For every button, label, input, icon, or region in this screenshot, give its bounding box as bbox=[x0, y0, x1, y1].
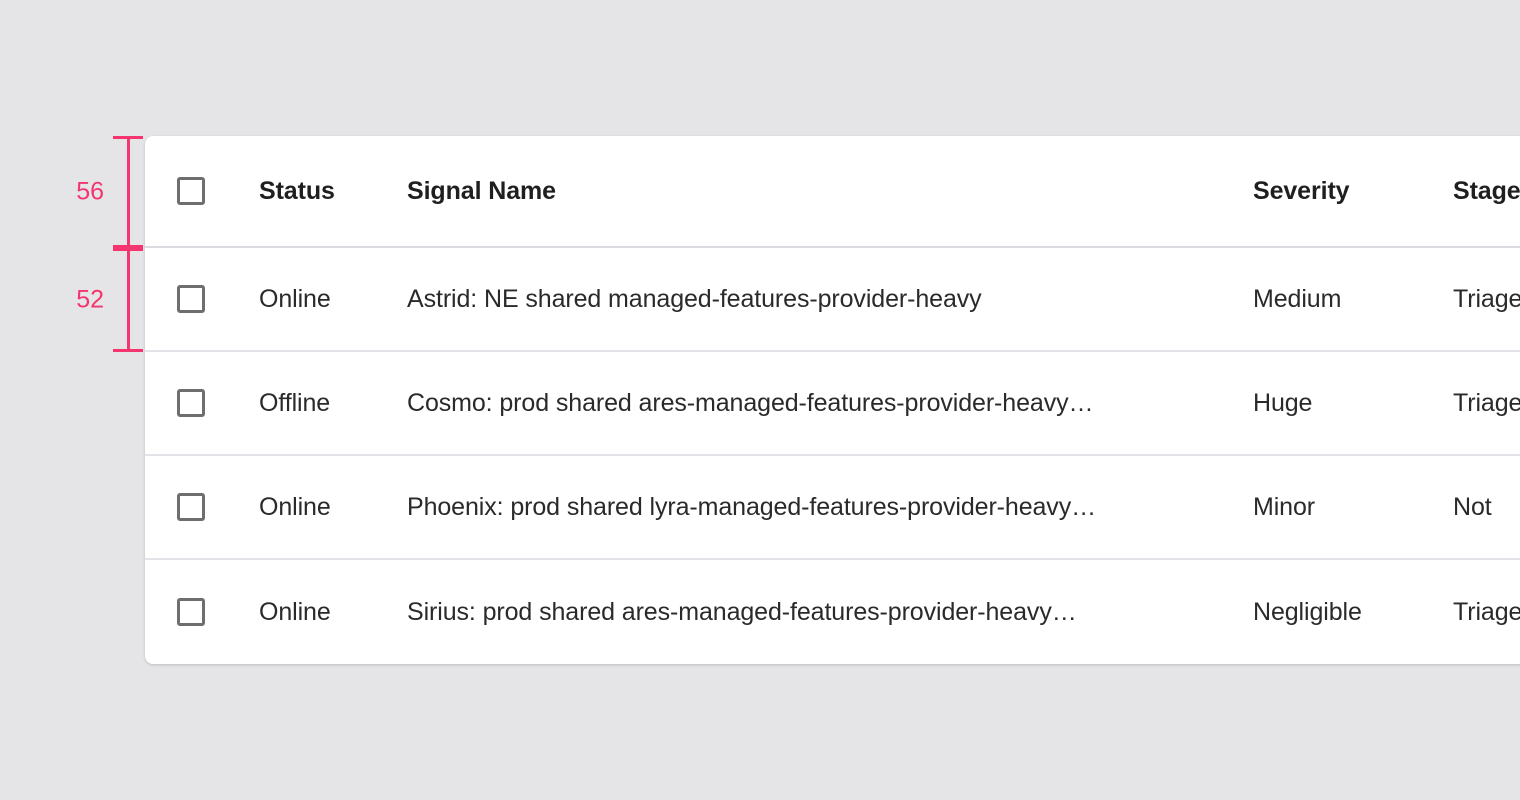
table-header-row: Status Signal Name Severity Stage bbox=[145, 136, 1520, 248]
row-select-cell bbox=[177, 598, 259, 626]
measurement-header-height: 56 bbox=[113, 136, 143, 248]
table-row[interactable]: Online Astrid: NE shared managed-feature… bbox=[145, 248, 1520, 352]
column-header-status[interactable]: Status bbox=[259, 177, 407, 206]
row-select-cell bbox=[177, 493, 259, 521]
row-select-cell bbox=[177, 285, 259, 313]
table-row[interactable]: Online Phoenix: prod shared lyra-managed… bbox=[145, 456, 1520, 560]
cell-signal-name: Astrid: NE shared managed-features-provi… bbox=[407, 285, 1253, 314]
row-select-cell bbox=[177, 389, 259, 417]
measurement-cap-bottom bbox=[113, 349, 143, 352]
row-checkbox-icon[interactable] bbox=[177, 598, 205, 626]
signal-table-card: Status Signal Name Severity Stage Online… bbox=[145, 136, 1520, 664]
measurement-row-height: 52 bbox=[113, 248, 143, 352]
measurement-label-row-height: 52 bbox=[76, 288, 104, 313]
cell-signal-name: Cosmo: prod shared ares-managed-features… bbox=[407, 389, 1253, 418]
row-checkbox-icon[interactable] bbox=[177, 285, 205, 313]
cell-status: Online bbox=[259, 598, 407, 627]
column-header-select bbox=[177, 177, 259, 205]
cell-stage: Triage bbox=[1453, 598, 1520, 627]
row-checkbox-icon[interactable] bbox=[177, 493, 205, 521]
cell-status: Online bbox=[259, 493, 407, 522]
cell-severity: Minor bbox=[1253, 493, 1453, 522]
table-row[interactable]: Online Sirius: prod shared ares-managed-… bbox=[145, 560, 1520, 664]
cell-severity: Medium bbox=[1253, 285, 1453, 314]
cell-stage: Not bbox=[1453, 493, 1520, 522]
cell-signal-name: Phoenix: prod shared lyra-managed-featur… bbox=[407, 493, 1253, 522]
measurement-label-header-height: 56 bbox=[76, 180, 104, 205]
cell-severity: Huge bbox=[1253, 389, 1453, 418]
cell-severity: Negligible bbox=[1253, 598, 1453, 627]
cell-stage: Triage bbox=[1453, 285, 1520, 314]
measurement-bar bbox=[127, 136, 130, 248]
cell-stage: Triage bbox=[1453, 389, 1520, 418]
select-all-checkbox-icon[interactable] bbox=[177, 177, 205, 205]
measurement-bar bbox=[127, 248, 130, 352]
cell-signal-name: Sirius: prod shared ares-managed-feature… bbox=[407, 598, 1253, 627]
row-checkbox-icon[interactable] bbox=[177, 389, 205, 417]
table-row[interactable]: Offline Cosmo: prod shared ares-managed-… bbox=[145, 352, 1520, 456]
cell-status: Offline bbox=[259, 389, 407, 418]
column-header-stage[interactable]: Stage bbox=[1453, 177, 1520, 206]
column-header-signal-name[interactable]: Signal Name bbox=[407, 177, 1253, 206]
column-header-severity[interactable]: Severity bbox=[1253, 177, 1453, 206]
cell-status: Online bbox=[259, 285, 407, 314]
